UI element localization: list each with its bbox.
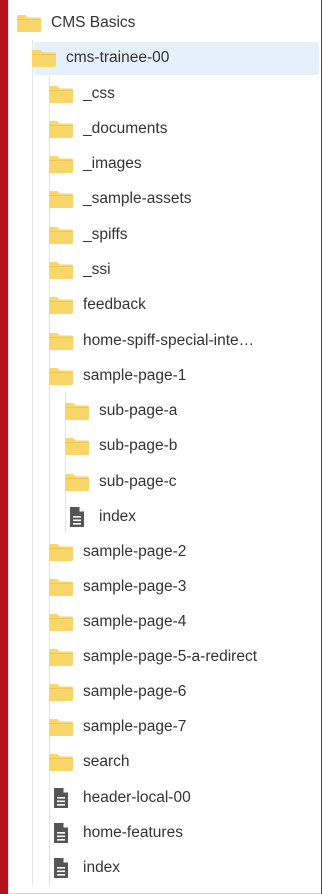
- tree-item-label: _ssi: [83, 261, 111, 278]
- folder-icon: [48, 542, 74, 562]
- tree-folder-item[interactable]: _ssi: [48, 254, 315, 286]
- tree-folder-item[interactable]: _spiffs: [48, 219, 315, 251]
- folder-icon: [48, 154, 74, 174]
- tree-item-label: cms-trainee-00: [66, 49, 170, 66]
- tree-item-label: sample-page-4: [83, 613, 187, 630]
- tree-item-label: home-spiff-special-inte…: [83, 332, 255, 349]
- tree-item-label: index: [99, 508, 137, 525]
- folder-icon: [64, 472, 90, 492]
- file-icon: [48, 822, 74, 844]
- tree-folder-item[interactable]: feedback: [48, 289, 315, 321]
- folder-icon: [31, 48, 57, 68]
- tree-folder-item[interactable]: home-spiff-special-inte…: [48, 325, 315, 357]
- tree-folder-item[interactable]: sub-page-c: [64, 466, 315, 498]
- folder-icon: [64, 436, 90, 456]
- tree-item-label: _spiffs: [83, 226, 128, 243]
- folder-icon: [48, 612, 74, 632]
- tree-item-label: sample-page-1: [83, 367, 187, 384]
- tree-item-label: CMS Basics: [51, 14, 136, 31]
- tree-folder-item[interactable]: sample-page-6: [48, 676, 315, 708]
- tree-folder-item[interactable]: sample-page-5-a-redirect: [48, 641, 315, 673]
- tree-item-label: index: [83, 859, 121, 876]
- folder-icon: [48, 295, 74, 315]
- folder-icon: [16, 13, 42, 33]
- tree-file-item[interactable]: header-local-00: [48, 782, 315, 814]
- tree-folder-item[interactable]: sub-page-a: [64, 395, 315, 427]
- tree-file-item[interactable]: index: [48, 852, 315, 884]
- folder-icon: [48, 260, 74, 280]
- folder-icon: [48, 84, 74, 104]
- tree-item-label: sample-page-7: [83, 718, 187, 735]
- tree-folder-item[interactable]: _images: [48, 148, 315, 180]
- tree-item-label: sample-page-6: [83, 683, 187, 700]
- folder-icon: [48, 189, 74, 209]
- tree-folder-item[interactable]: sample-page-7: [48, 711, 315, 743]
- tree-folder-item[interactable]: sample-page-1: [48, 360, 315, 392]
- tree-item-label: sample-page-3: [83, 578, 187, 595]
- tree-item-label: _css: [83, 85, 115, 102]
- folder-icon: [64, 401, 90, 421]
- tree-item-label: sub-page-a: [99, 402, 178, 419]
- folder-icon: [48, 577, 74, 597]
- folder-icon: [48, 717, 74, 737]
- folder-icon: [48, 119, 74, 139]
- tree-item-label: sub-page-b: [99, 437, 178, 454]
- tree-folder-item[interactable]: CMS Basics: [16, 7, 315, 39]
- tree-file-item[interactable]: index: [64, 501, 315, 533]
- tree-folder-item[interactable]: _documents: [48, 113, 315, 145]
- tree-guide-line: [32, 40, 33, 885]
- file-icon: [48, 857, 74, 879]
- folder-icon: [48, 225, 74, 245]
- tree-file-item[interactable]: home-features: [48, 817, 315, 849]
- tree-item-label: _sample-assets: [83, 190, 192, 207]
- folder-icon: [48, 331, 74, 351]
- tree-item-label: _documents: [83, 120, 168, 137]
- tree-folder-item[interactable]: _css: [48, 78, 315, 110]
- tree-folder-item[interactable]: search: [48, 746, 315, 778]
- tree-item-label: search: [83, 753, 130, 770]
- tree-item-label: home-features: [83, 824, 183, 841]
- folder-icon: [48, 682, 74, 702]
- tree-item-label: feedback: [83, 296, 146, 313]
- tree-folder-item[interactable]: sample-page-4: [48, 606, 315, 638]
- file-icon: [48, 787, 74, 809]
- tree-item-label: _images: [83, 155, 142, 172]
- file-icon: [64, 506, 90, 528]
- tree-folder-item[interactable]: sample-page-2: [48, 536, 315, 568]
- tree-folder-item[interactable]: sub-page-b: [64, 430, 315, 462]
- tree-folder-item[interactable]: sample-page-3: [48, 571, 315, 603]
- folder-icon: [48, 752, 74, 772]
- site-tree-panel: CMS Basics cms-trainee-00 _css _documents _i…: [8, 0, 321, 894]
- tree-item-label: header-local-00: [83, 789, 191, 806]
- tree-item-label: sub-page-c: [99, 473, 177, 490]
- tree-item-label: sample-page-2: [83, 543, 187, 560]
- tree-item-label: sample-page-5-a-redirect: [83, 648, 258, 665]
- tree-folder-item[interactable]: _sample-assets: [48, 183, 315, 215]
- folder-icon: [48, 647, 74, 667]
- folder-icon: [48, 366, 74, 386]
- tree-folder-item[interactable]: cms-trainee-00: [31, 42, 315, 74]
